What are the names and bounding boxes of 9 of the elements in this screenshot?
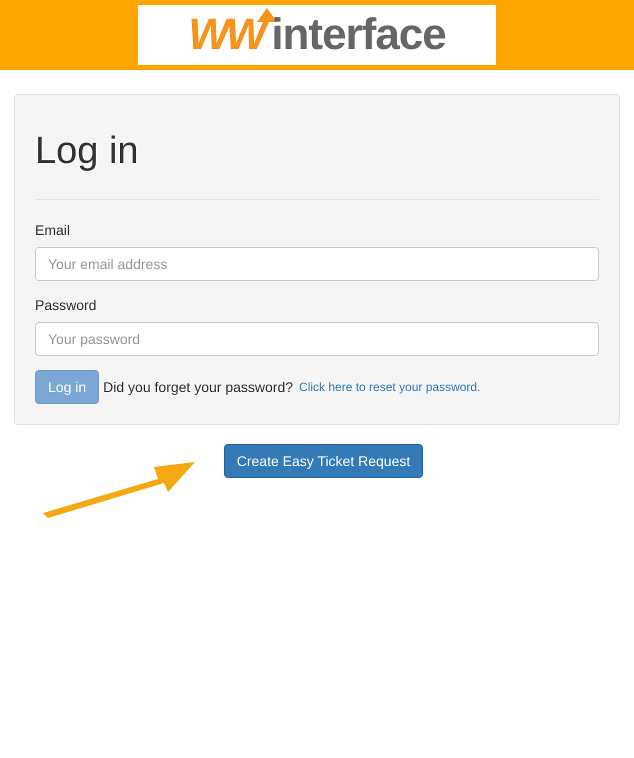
forgot-password-text: Did you forget your password? — [103, 378, 294, 397]
input-field[interactable]: Your email address — [35, 247, 599, 281]
create-ticket-button[interactable]: Create Easy Ticket Request — [224, 444, 424, 478]
field-label: Email — [35, 221, 72, 240]
field-label: Password — [35, 296, 98, 315]
input-field[interactable]: Your password — [35, 322, 599, 356]
login-title: Log in — [35, 129, 599, 200]
reset-password-link[interactable]: Click here to reset your password. — [299, 378, 480, 396]
logo-text: interface — [271, 13, 446, 57]
